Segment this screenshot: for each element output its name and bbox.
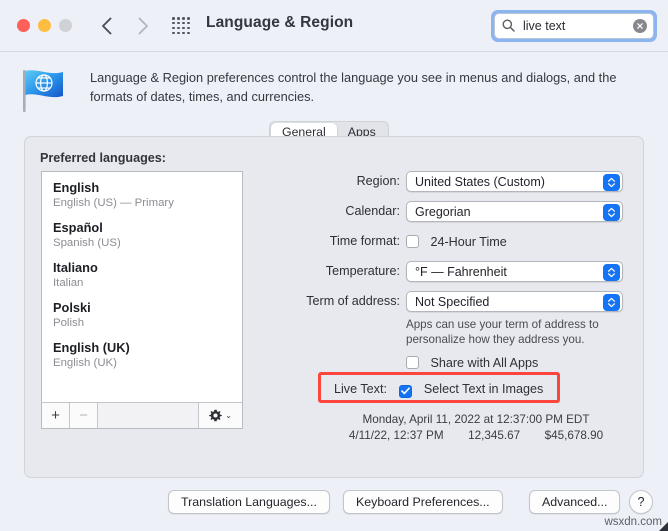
calendar-value: Gregorian — [415, 204, 471, 219]
language-name: English (UK) — [53, 340, 130, 355]
live-text-highlight-box — [318, 372, 560, 403]
chevron-up-down-icon — [603, 293, 620, 311]
toolbar-spacer — [98, 403, 198, 428]
close-window-button[interactable] — [17, 19, 30, 32]
globe-flag-icon — [19, 66, 71, 114]
format-preview-long-date: Monday, April 11, 2022 at 12:37:00 PM ED… — [362, 413, 590, 426]
zoom-window-button[interactable] — [59, 19, 72, 32]
term-of-address-select[interactable]: Not Specified — [406, 291, 623, 312]
24-hour-time-checkbox[interactable] — [406, 235, 419, 248]
chevron-down-icon: ⌄ — [225, 411, 232, 420]
calendar-row: Calendar: Gregorian — [25, 201, 643, 224]
language-sub: English (UK) — [53, 357, 117, 369]
region-select[interactable]: United States (Custom) — [406, 171, 623, 192]
forward-arrow-icon[interactable] — [132, 13, 154, 39]
calendar-select[interactable]: Gregorian — [406, 201, 623, 222]
term-of-address-label: Term of address: — [306, 294, 400, 308]
share-with-all-apps-checkbox[interactable] — [406, 356, 419, 369]
share-with-all-apps-row: Share with All Apps — [406, 354, 538, 372]
language-list-toolbar: + − ⌄ — [42, 402, 242, 428]
region-value: United States (Custom) — [415, 174, 545, 189]
time-format-label: Time format: — [329, 234, 400, 248]
keyboard-preferences-button[interactable]: Keyboard Preferences... — [343, 490, 503, 514]
preferences-window: Language & Region live text Language & R… — [0, 0, 668, 531]
page-title: Language & Region — [206, 14, 354, 31]
share-with-all-apps-label: Share with All Apps — [430, 356, 539, 370]
back-arrow-icon[interactable] — [95, 13, 117, 39]
title-bar: Language & Region live text — [0, 0, 668, 52]
term-of-address-value: Not Specified — [415, 294, 490, 309]
chevron-up-down-icon — [603, 203, 620, 221]
24-hour-time-label: 24-Hour Time — [430, 235, 507, 249]
time-format-row: Time format: 24-Hour Time — [25, 231, 643, 254]
search-input[interactable]: live text — [494, 13, 654, 39]
chevron-up-down-icon — [603, 263, 620, 281]
list-item[interactable]: English (UK) English (UK) — [53, 340, 242, 371]
calendar-label: Calendar: — [345, 204, 400, 218]
temperature-row: Temperature: °F — Fahrenheit — [25, 261, 643, 284]
term-of-address-row: Term of address: Not Specified — [25, 291, 643, 314]
language-sub: Polish — [53, 317, 85, 329]
clear-icon[interactable] — [633, 19, 647, 33]
search-field-focus-ring: live text — [491, 10, 657, 42]
term-of-address-help-text: Apps can use your term of address to per… — [406, 318, 599, 346]
search-input-value: live text — [523, 19, 566, 33]
corner-marker — [659, 522, 668, 531]
chevron-up-down-icon — [603, 173, 620, 191]
format-preview-short-date: 4/11/22, 12:37 PM — [348, 429, 444, 442]
format-preview-number: 12,345.67 — [468, 429, 521, 442]
help-button[interactable]: ? — [629, 490, 653, 514]
region-row: Region: United States (Custom) — [25, 171, 643, 194]
grid-view-icon[interactable] — [172, 17, 191, 35]
add-language-button[interactable]: + — [42, 403, 70, 428]
region-label: Region: — [356, 174, 400, 188]
pane-description: Language & Region preferences control th… — [90, 70, 617, 104]
preferred-languages-label: Preferred languages: — [40, 151, 166, 165]
temperature-label: Temperature: — [325, 264, 400, 278]
advanced-button[interactable]: Advanced... — [529, 490, 621, 514]
minimize-window-button[interactable] — [38, 19, 51, 32]
gear-icon[interactable]: ⌄ — [198, 403, 242, 428]
temperature-value: °F — Fahrenheit — [415, 264, 507, 279]
remove-language-button: − — [70, 403, 98, 428]
format-preview: Monday, April 11, 2022 at 12:37:00 PM ED… — [316, 412, 636, 444]
translation-languages-button[interactable]: Translation Languages... — [168, 490, 330, 514]
temperature-select[interactable]: °F — Fahrenheit — [406, 261, 623, 282]
watermark: wsxdn.com — [604, 516, 662, 528]
search-icon — [502, 19, 515, 37]
format-preview-currency: $45,678.90 — [544, 429, 604, 442]
